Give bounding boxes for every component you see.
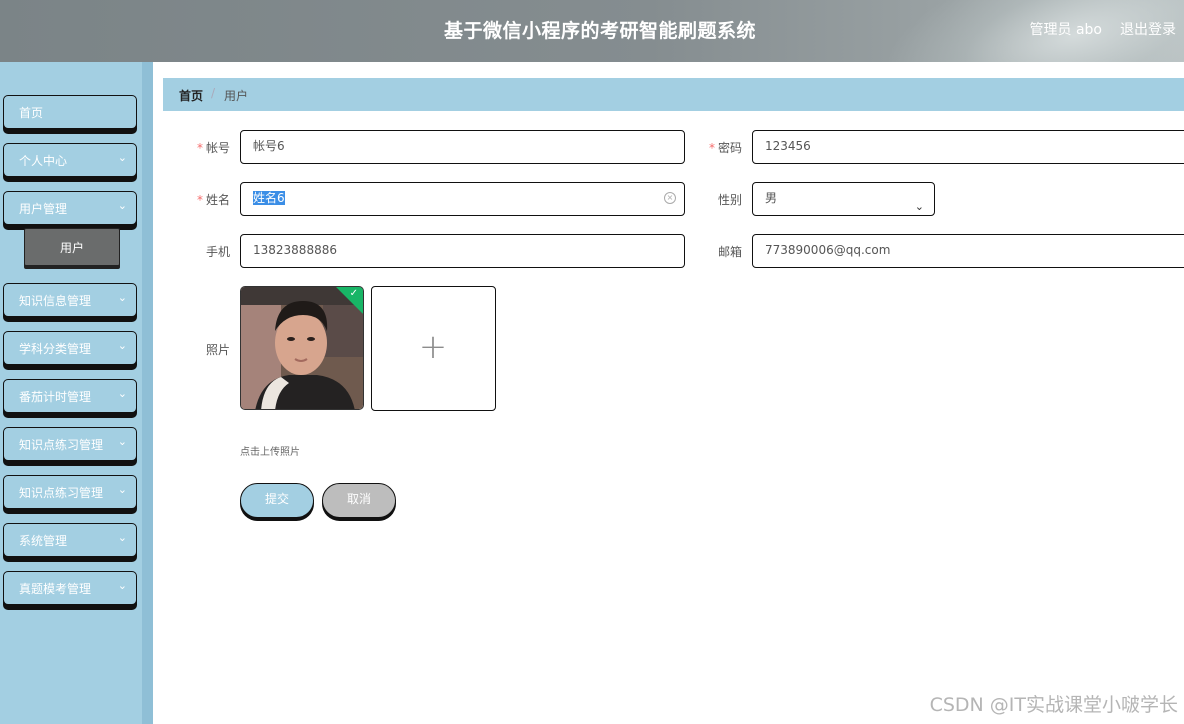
current-user: 管理员 abo [1029, 22, 1102, 38]
sidebar-subitem-user[interactable]: 用户 [24, 228, 120, 266]
sidebar-subitem-label: 用户 [59, 241, 84, 255]
required-marker: * [708, 141, 715, 155]
photo-label: 照片 [205, 343, 230, 357]
clear-icon[interactable]: × [664, 192, 676, 204]
sidebar-item-label: 知识点练习管理 [19, 438, 104, 452]
sidebar-item-personal-center[interactable]: 个人中心 ⌄ [3, 143, 137, 177]
sidebar-item-system[interactable]: 系统管理 ⌄ [3, 523, 137, 557]
phone-label: 手机 [205, 245, 230, 259]
watermark: CSDN @IT实战课堂小啵学长 [929, 694, 1178, 716]
sidebar-item-label: 学科分类管理 [19, 342, 92, 356]
sidebar-item-label: 番茄计时管理 [19, 390, 92, 404]
sidebar-item-practice-1[interactable]: 知识点练习管理 ⌄ [3, 427, 137, 461]
required-marker: * [196, 141, 203, 155]
chevron-down-icon: ⌄ [117, 483, 127, 496]
uploaded-photo[interactable]: ✓ [240, 286, 364, 410]
account-label: * 帐号 [196, 141, 230, 155]
submit-button[interactable]: 提交 [240, 483, 314, 518]
breadcrumb-home[interactable]: 首页 [179, 87, 203, 104]
phone-value: 13823888886 [253, 243, 337, 257]
sidebar-item-label: 知识信息管理 [19, 294, 92, 308]
chevron-down-icon: ⌄ [117, 435, 127, 448]
password-label: * 密码 [708, 141, 742, 155]
sidebar-item-practice-2[interactable]: 知识点练习管理 ⌄ [3, 475, 137, 509]
email-field[interactable]: 773890006@qq.com [752, 234, 1184, 268]
chevron-down-icon: ⌄ [117, 199, 127, 212]
chevron-down-icon: ⌄ [117, 291, 127, 304]
chevron-down-icon: ⌄ [117, 339, 127, 352]
breadcrumb-current: 用户 [224, 89, 249, 103]
account-field[interactable]: 帐号6 [240, 130, 685, 164]
portrait-image [241, 287, 363, 409]
sidebar-item-label: 首页 [19, 106, 44, 120]
name-value: 姓名6 [253, 191, 285, 205]
sidebar-item-mock-exam[interactable]: 真题模考管理 ⌄ [3, 571, 137, 605]
sidebar-item-label: 知识点练习管理 [19, 486, 104, 500]
chevron-down-icon: ⌄ [117, 579, 127, 592]
app-title: 基于微信小程序的考研智能刷题系统 [443, 20, 756, 42]
sidebar-item-label: 用户管理 [19, 202, 68, 216]
sidebar-edge [142, 62, 153, 724]
chevron-down-icon: ⌄ [117, 531, 127, 544]
gender-select[interactable]: 男 ⌄ [752, 182, 935, 216]
logout-link[interactable]: 退出登录 [1120, 19, 1176, 39]
sidebar-item-knowledge-info[interactable]: 知识信息管理 ⌄ [3, 283, 137, 317]
sidebar-item-label: 真题模考管理 [19, 582, 92, 596]
required-marker: * [196, 193, 203, 207]
sidebar-item-user-management[interactable]: 用户管理 ⌄ [3, 191, 137, 225]
upload-hint: 点击上传照片 [240, 447, 300, 458]
gender-label: 性别 [717, 193, 742, 207]
breadcrumb-separator: / [211, 86, 216, 100]
chevron-down-icon: ⌄ [117, 387, 127, 400]
sidebar-item-pomodoro[interactable]: 番茄计时管理 ⌄ [3, 379, 137, 413]
chevron-down-icon: ⌄ [914, 200, 924, 213]
chevron-down-icon: ⌄ [117, 151, 127, 164]
check-icon: ✓ [349, 288, 358, 299]
breadcrumb: 首页 / 用户 [163, 78, 1184, 111]
cancel-button[interactable]: 取消 [322, 483, 396, 518]
top-header: 基于微信小程序的考研智能刷题系统 管理员 abo 退出登录 [0, 0, 1184, 62]
sidebar-item-label: 系统管理 [19, 534, 68, 548]
email-value: 773890006@qq.com [765, 243, 891, 257]
sidebar-item-home[interactable]: 首页 [3, 95, 137, 129]
sidebar-item-subject-category[interactable]: 学科分类管理 ⌄ [3, 331, 137, 365]
plus-icon: + [418, 327, 448, 367]
password-value: 123456 [765, 139, 811, 153]
sidebar-item-label: 个人中心 [19, 154, 68, 168]
upload-photo-button[interactable]: + [371, 286, 496, 411]
gender-value: 男 [765, 191, 778, 205]
account-value: 帐号6 [253, 139, 285, 153]
email-label: 邮箱 [717, 245, 742, 259]
password-field[interactable]: 123456 [752, 130, 1184, 164]
name-field[interactable]: 姓名6 × [240, 182, 685, 216]
name-label: * 姓名 [196, 193, 230, 207]
phone-field[interactable]: 13823888886 [240, 234, 685, 268]
